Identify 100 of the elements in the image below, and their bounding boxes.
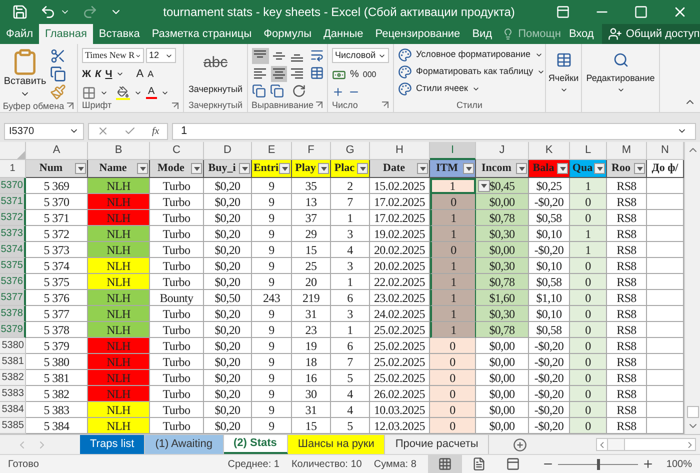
filter-button[interactable] [191,163,202,174]
room-cell: RS8 [607,226,647,242]
filter-button[interactable] [239,163,250,174]
cells-button[interactable]: Ячейки [550,48,577,94]
dialog-launcher-icon[interactable] [381,101,389,109]
paste-button[interactable]: Вставить [4,48,46,98]
styles-menu-button[interactable]: Условное форматирование [398,48,546,62]
cancel-icon[interactable] [96,125,109,137]
zoom-thumb[interactable] [597,458,600,470]
ribbon-tab[interactable]: Главная [39,24,93,44]
row-header[interactable]: 5379 [0,322,26,338]
copy-icon[interactable] [50,66,66,82]
place-cell: 4 [331,402,370,418]
scroll-thumb[interactable] [686,406,698,418]
zoom-in-icon[interactable] [642,458,654,470]
ribbon-tab[interactable]: Вид [466,24,498,44]
filter-button[interactable] [137,163,148,174]
bold-button[interactable]: Ж [82,66,92,82]
wrap-text-icon[interactable] [310,48,324,62]
strikethrough-button[interactable]: Зачеркнутый [188,82,242,96]
maximize-icon[interactable] [634,5,648,19]
dialog-launcher-icon[interactable] [171,102,179,110]
underline-button[interactable]: Ч [105,66,112,82]
formula-field[interactable]: 1 [172,122,696,140]
row-header[interactable]: 5372 [0,210,26,226]
number-format-field[interactable]: Числовой [332,48,389,63]
editing-button[interactable]: Редактирование [586,48,655,94]
view-button[interactable] [428,455,462,473]
row-header[interactable]: 5370 [0,178,26,194]
font-color-button[interactable]: A [146,86,157,98]
ribbon-options-icon[interactable] [556,5,570,19]
row-header[interactable]: 5384 [0,402,26,418]
row-header[interactable]: 5378 [0,306,26,322]
filter-button[interactable] [75,163,86,174]
cut-icon[interactable] [50,48,66,64]
orientation-icon[interactable] [292,84,306,98]
fill-color-icon[interactable] [116,86,130,100]
alignment-button[interactable] [252,48,269,64]
sign-in-link[interactable]: Вход [560,24,602,44]
row-header[interactable]: 5377 [0,290,26,306]
players-cell: 30 [292,386,331,402]
ribbon-tab[interactable]: Вставка [92,24,146,44]
styles-menu-button[interactable]: Стили ячеек [398,82,546,96]
row-header[interactable]: 5380 [0,338,26,354]
styles-menu-button[interactable]: Форматировать как таблицу [398,65,546,79]
shrink-font-button[interactable]: A [148,68,154,81]
caret-icon [282,166,288,170]
percent-button[interactable]: % [350,67,359,82]
filter-button[interactable] [634,163,645,174]
insert-function-button[interactable]: fx [152,124,160,138]
sheet-tab[interactable]: Шансы на руки [288,435,386,454]
thousands-button[interactable]: 000 [362,68,376,80]
font-name-field[interactable]: Times New R [82,48,144,63]
name-cell: NLH [88,290,150,306]
sheet-tab[interactable]: (2) Stats [224,435,288,454]
dialog-launcher-icon[interactable] [66,102,74,110]
row-header[interactable]: 5382 [0,370,26,386]
ribbon-tab[interactable]: Рецензирование [369,24,466,44]
undo-icon[interactable] [40,4,56,20]
italic-button[interactable]: К [95,66,102,82]
row-header[interactable]: 5374 [0,242,26,258]
entries-cell: 9 [252,226,292,242]
borders-icon[interactable] [82,86,96,100]
ribbon-tab[interactable]: Разметка страницы [146,24,258,44]
row-header[interactable]: 5375 [0,258,26,274]
filter-button[interactable] [357,163,368,174]
filter-button[interactable] [463,163,474,174]
filter-button[interactable] [417,163,428,174]
font-size-field[interactable]: 12 [146,48,176,63]
save-icon[interactable] [12,4,28,20]
filter-button[interactable] [594,163,605,174]
place-cell: 3 [331,306,370,322]
dropdown-button[interactable] [478,180,490,192]
alignment-button[interactable] [270,66,288,82]
row-header[interactable]: 5376 [0,274,26,290]
enter-icon[interactable] [124,125,136,137]
filter-button[interactable] [318,163,329,174]
dialog-launcher-icon[interactable] [315,101,324,109]
buy-in-cell: $0,20 [204,178,252,194]
sheet-tab[interactable]: (1) Awaiting [145,435,224,454]
filter-button[interactable] [516,163,527,174]
name-box[interactable]: I5370 [4,122,84,140]
grow-font-button[interactable]: A [136,66,144,82]
row-header[interactable]: 5373 [0,226,26,242]
ribbon-tab[interactable]: Данные [317,24,370,44]
name-cell: NLH [88,226,150,242]
share-button[interactable]: Общий доступ [602,24,700,44]
row-header[interactable]: 5385 [0,418,26,434]
sheet-tab[interactable]: Traps list [80,435,146,454]
row-header[interactable]: 5381 [0,354,26,370]
filter-button[interactable] [557,163,568,174]
column-header[interactable]: I [430,142,476,160]
row-header[interactable]: 5383 [0,386,26,402]
scroll-thumb[interactable] [607,439,625,450]
ribbon-tab[interactable]: Файл [0,24,40,44]
ribbon-tab[interactable]: Формулы [258,24,318,44]
add-sheet-icon[interactable] [513,438,528,452]
filter-button[interactable] [279,163,290,174]
room-cell: RS8 [607,338,647,354]
row-header[interactable]: 5371 [0,194,26,210]
